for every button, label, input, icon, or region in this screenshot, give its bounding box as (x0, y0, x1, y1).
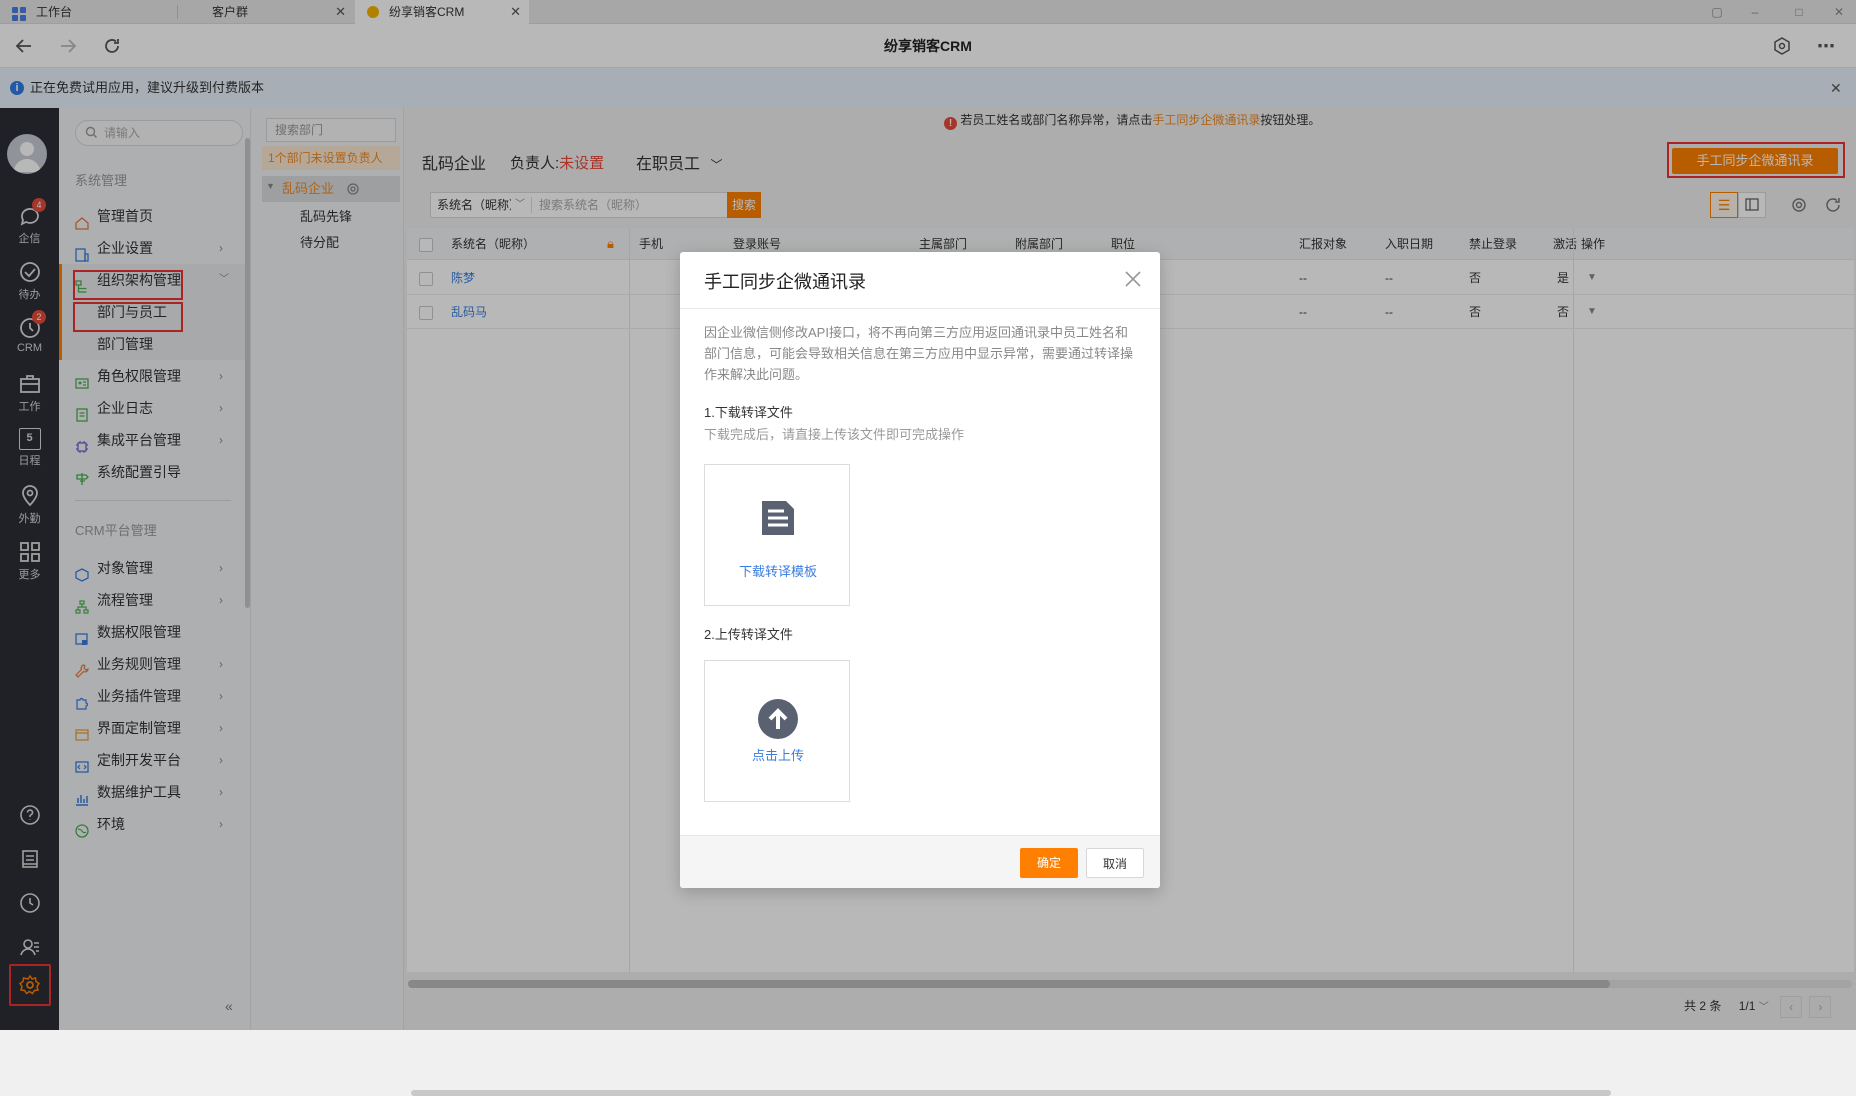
confirm-button[interactable]: 确定 (1020, 848, 1078, 878)
dialog-footer: 确定 取消 (680, 835, 1160, 888)
step1-title: 1.下载转译文件 (704, 405, 793, 420)
document-icon (760, 499, 796, 540)
horizontal-scrollbar[interactable] (411, 1090, 1611, 1096)
step2-title: 2.上传转译文件 (704, 627, 793, 642)
dialog-title: 手工同步企微通讯录 (704, 272, 866, 292)
close-icon[interactable] (1124, 270, 1142, 291)
download-template-card[interactable]: 下载转译模板 (704, 464, 850, 606)
dialog-description: 因企业微信侧修改API接口，将不再向第三方应用返回通讯录中员工姓名和部门信息，可… (704, 325, 1134, 382)
step1-hint: 下载完成后，请直接上传该文件即可完成操作 (704, 427, 965, 442)
dialog-header-divider (680, 308, 1160, 309)
upload-link[interactable]: 点击上传 (705, 745, 851, 764)
sync-dialog: 手工同步企微通讯录 因企业微信侧修改API接口，将不再向第三方应用返回通讯录中员… (680, 252, 1160, 888)
upload-card[interactable]: 点击上传 (704, 660, 850, 802)
upload-arrow-icon (758, 699, 798, 742)
download-template-link[interactable]: 下载转译模板 (705, 561, 851, 580)
cancel-button[interactable]: 取消 (1086, 848, 1144, 878)
